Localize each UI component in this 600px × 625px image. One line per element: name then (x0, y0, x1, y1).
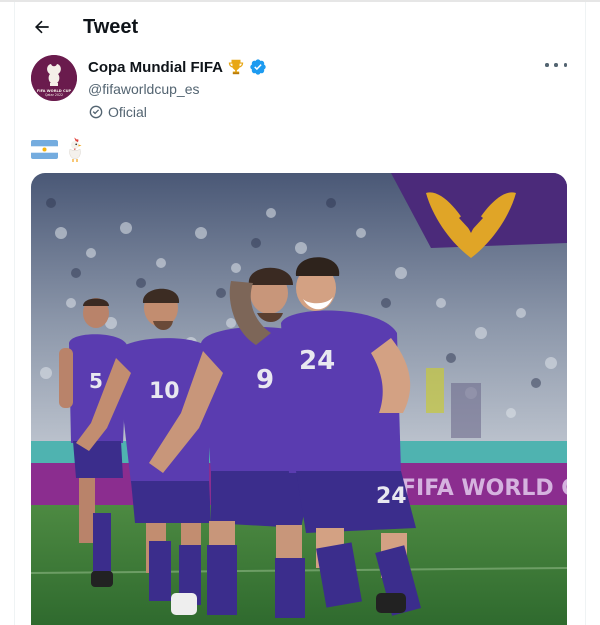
page-title: Tweet (83, 16, 139, 38)
more-dot-icon (545, 63, 549, 67)
author-display-name[interactable]: Copa Mundial FIFA (88, 59, 223, 76)
rooster-icon (69, 137, 82, 162)
affiliation-label-text: Oficial (108, 104, 147, 120)
svg-text:24: 24 (299, 346, 335, 376)
svg-text:10: 10 (149, 379, 180, 404)
author-handle[interactable]: @fifaworldcup_es (88, 79, 267, 99)
tweet-author: Copa Mundial FIFA @fifaworldcup_es Ofici… (88, 56, 267, 120)
trophy-icon (228, 59, 244, 75)
more-dot-icon (554, 63, 558, 67)
back-button[interactable] (29, 14, 55, 40)
svg-text:Qatar 2022: Qatar 2022 (45, 93, 63, 97)
checkmark-circle-icon (89, 105, 103, 119)
verified-badge-icon (250, 59, 266, 75)
page-header: Tweet (15, 2, 587, 52)
celebration-photo: FIFA WORLD CUP 5 (31, 173, 567, 625)
more-options-button[interactable] (545, 58, 567, 72)
svg-text:24: 24 (376, 484, 407, 509)
svg-text:9: 9 (256, 365, 274, 395)
avatar[interactable]: FIFA WORLD CUP Qatar 2022 (31, 55, 77, 101)
tweet-column: Tweet FIFA WORLD CUP Qatar 2022 Copa Mun… (14, 2, 586, 625)
tweet-text (31, 136, 84, 162)
argentina-flag-icon (31, 139, 58, 159)
arrow-left-icon (35, 20, 49, 34)
ad-board-text: FIFA WORLD CUP (401, 476, 567, 501)
affiliation-label: Oficial (88, 104, 267, 120)
more-dot-icon (563, 63, 567, 67)
tweet-photo[interactable]: FIFA WORLD CUP 5 (31, 173, 567, 625)
svg-text:5: 5 (89, 369, 103, 393)
